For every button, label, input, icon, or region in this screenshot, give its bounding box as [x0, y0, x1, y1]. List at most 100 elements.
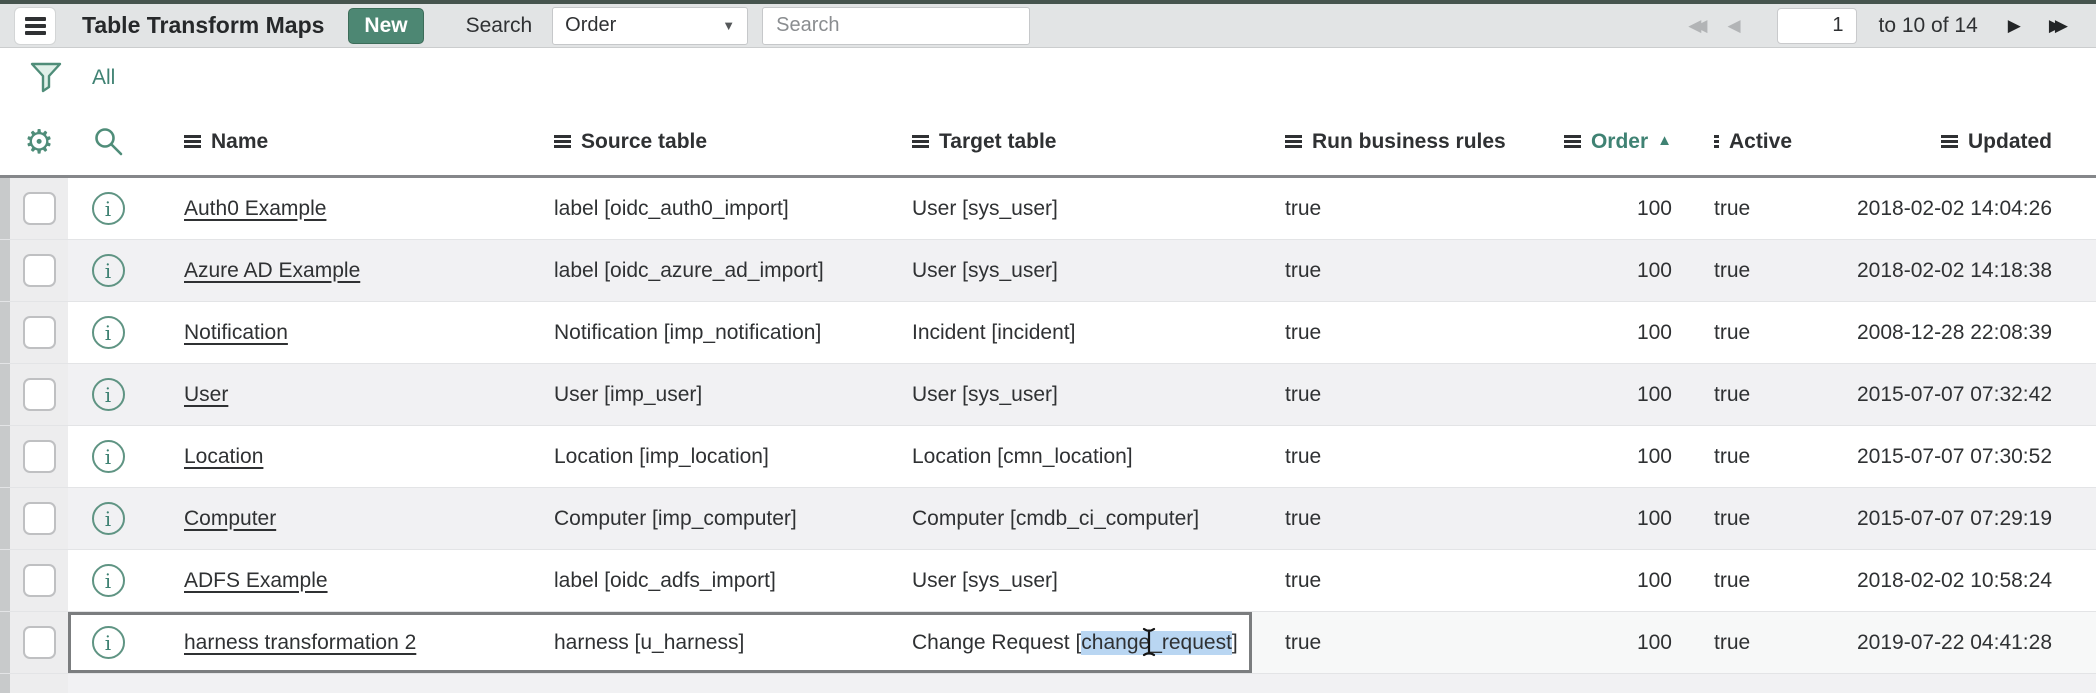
row-checkbox[interactable] — [23, 316, 56, 349]
target-table-cell: User [sys_user] — [878, 364, 1252, 425]
column-header-order[interactable]: Order ▲ — [1532, 108, 1680, 175]
filter-button[interactable] — [28, 61, 64, 95]
column-header-source-table[interactable]: Source table — [520, 108, 878, 175]
row-checkbox[interactable] — [23, 378, 56, 411]
column-header-name[interactable]: Name — [148, 108, 520, 175]
target-table-cell: User [sys_user] — [878, 178, 1252, 239]
search-label: Search — [466, 14, 533, 38]
record-link[interactable]: Notification — [184, 321, 288, 345]
source-table-cell: label [oidc_adfs_import] — [520, 550, 878, 611]
run-business-rules-cell: true — [1252, 488, 1532, 549]
active-cell: true — [1680, 364, 1792, 425]
target-table-cell: Change Request [change_request] — [878, 612, 1252, 673]
info-icon[interactable]: i — [92, 254, 125, 287]
run-business-rules-cell: true — [1252, 426, 1532, 487]
row-checkbox[interactable] — [23, 626, 56, 659]
column-header-updated[interactable]: Updated — [1792, 108, 2096, 175]
run-business-rules-cell: true — [1252, 612, 1532, 673]
filter-breadcrumb-row: All — [0, 48, 2096, 108]
updated-cell: 2015-07-07 07:29:19 — [1792, 488, 2096, 549]
checkbox-cell — [10, 178, 68, 239]
active-cell: true — [1680, 426, 1792, 487]
table-row: iUserUser [imp_user]User [sys_user]true1… — [0, 364, 2096, 426]
partial-cell — [1252, 674, 1532, 693]
row-gutter — [0, 302, 10, 363]
column-menu-icon — [184, 135, 201, 138]
column-menu-icon — [1285, 135, 1302, 138]
table-row: iLocationLocation [imp_location]Location… — [0, 426, 2096, 488]
row-gutter — [0, 364, 10, 425]
checkbox-cell — [10, 302, 68, 363]
info-cell: i — [68, 178, 148, 239]
column-header-active[interactable]: Active — [1680, 108, 1792, 175]
list-view: Table Transform Maps New Search Order ▼ … — [0, 0, 2096, 693]
record-link[interactable]: Azure AD Example — [184, 259, 360, 283]
info-icon[interactable]: i — [92, 192, 125, 225]
search-column-value: Order — [565, 14, 616, 37]
row-checkbox[interactable] — [23, 564, 56, 597]
info-icon[interactable]: i — [92, 440, 125, 473]
last-page-button[interactable]: ▶▶ — [2049, 17, 2068, 34]
column-menu-icon — [554, 135, 571, 138]
partial-cell — [1680, 674, 1792, 693]
info-cell: i — [68, 426, 148, 487]
active-cell: true — [1680, 178, 1792, 239]
order-cell: 100 — [1532, 550, 1680, 611]
run-business-rules-cell: true — [1252, 302, 1532, 363]
order-cell: 100 — [1532, 364, 1680, 425]
checkbox-cell — [10, 674, 68, 693]
info-icon[interactable]: i — [92, 564, 125, 597]
info-cell: i — [68, 612, 148, 673]
updated-cell: 2008-12-28 22:08:39 — [1792, 302, 2096, 363]
partial-cell — [68, 674, 148, 693]
name-cell: ADFS Example — [148, 550, 520, 611]
checkbox-cell — [10, 240, 68, 301]
record-link[interactable]: ADFS Example — [184, 569, 328, 593]
first-page-button[interactable]: ◀◀ — [1688, 17, 1707, 34]
caret-down-icon: ▼ — [722, 18, 735, 33]
order-cell: 100 — [1532, 488, 1680, 549]
selected-text: change_request — [1081, 631, 1232, 655]
column-header-run-business-rules[interactable]: Run business rules — [1252, 108, 1532, 175]
row-gutter — [0, 240, 10, 301]
search-column-select[interactable]: Order ▼ — [552, 7, 748, 45]
updated-cell: 2015-07-07 07:32:42 — [1792, 364, 2096, 425]
row-checkbox[interactable] — [23, 192, 56, 225]
record-link[interactable]: User — [184, 383, 228, 407]
row-checkbox[interactable] — [23, 254, 56, 287]
table-row: i Notification Notification [imp_notificat… — [0, 302, 2096, 364]
active-cell: true — [1680, 302, 1792, 363]
context-menu-button[interactable] — [14, 7, 56, 45]
record-link[interactable]: Location — [184, 445, 263, 469]
info-icon[interactable]: i — [92, 378, 125, 411]
record-link[interactable]: harness transformation 2 — [184, 631, 416, 655]
breadcrumb-all-link[interactable]: All — [92, 66, 115, 90]
row-gutter — [0, 674, 10, 693]
record-link[interactable]: Computer — [184, 507, 276, 531]
source-table-cell: Notification [imp_notification] — [520, 302, 878, 363]
info-cell: i — [68, 550, 148, 611]
next-page-button[interactable]: ▶ — [2008, 17, 2021, 34]
order-cell: 100 — [1532, 240, 1680, 301]
list-search-toggle-button[interactable] — [93, 126, 124, 157]
list-title-bar: Table Transform Maps New Search Order ▼ … — [0, 4, 2096, 48]
table-row: iAuth0 Examplelabel [oidc_auth0_import]U… — [0, 178, 2096, 240]
column-header-target-table[interactable]: Target table — [878, 108, 1252, 175]
row-gutter — [0, 178, 10, 239]
personalize-list-button[interactable]: ⚙ — [24, 125, 54, 158]
page-number-input[interactable] — [1777, 8, 1857, 44]
table-row-partial — [0, 674, 2096, 693]
info-icon[interactable]: i — [92, 316, 125, 349]
row-checkbox[interactable] — [23, 440, 56, 473]
search-input[interactable] — [762, 7, 1030, 45]
new-button[interactable]: New — [348, 8, 423, 44]
info-icon[interactable]: i — [92, 502, 125, 535]
previous-page-icon: ◀ — [1727, 16, 1740, 35]
row-checkbox[interactable] — [23, 502, 56, 535]
info-icon[interactable]: i — [92, 626, 125, 659]
previous-page-button[interactable]: ◀ — [1727, 17, 1740, 34]
first-page-icon: ◀◀ — [1688, 16, 1707, 35]
checkbox-cell — [10, 612, 68, 673]
order-cell: 100 — [1532, 426, 1680, 487]
record-link[interactable]: Auth0 Example — [184, 197, 326, 221]
